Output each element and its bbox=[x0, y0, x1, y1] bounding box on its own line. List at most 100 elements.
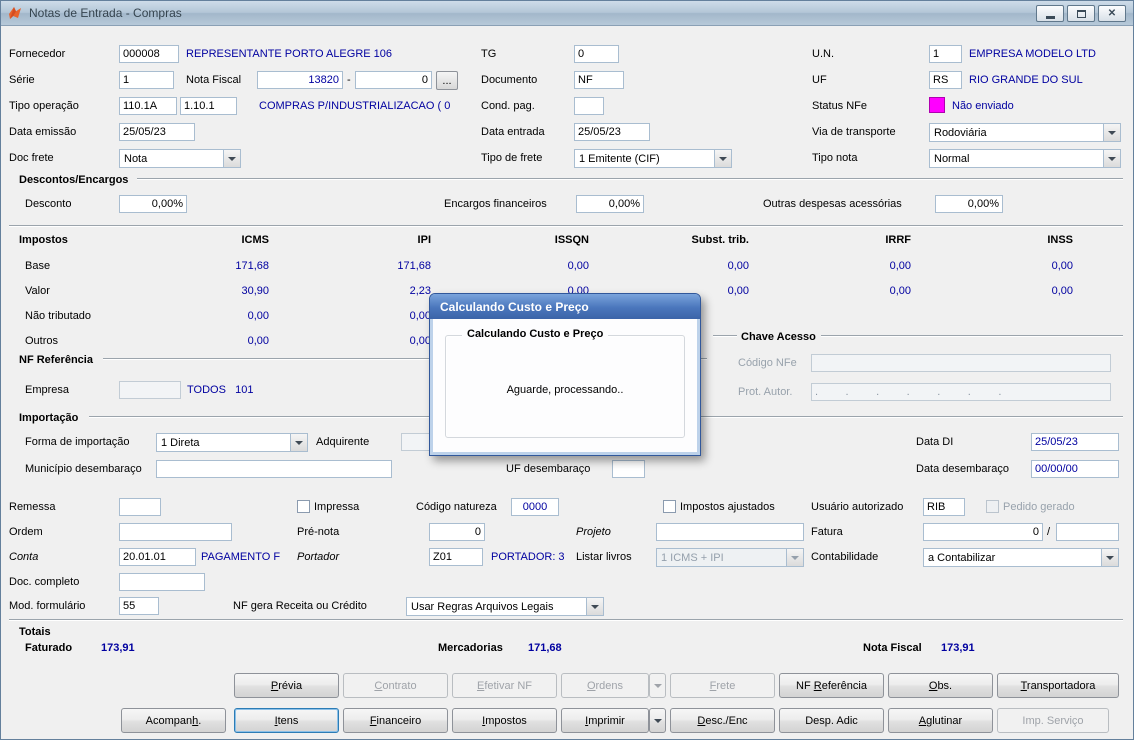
portador-input[interactable] bbox=[429, 548, 483, 566]
minimize-icon bbox=[1045, 15, 1055, 19]
imprimir-dropdown-button[interactable] bbox=[649, 708, 666, 733]
fornecedor-input[interactable] bbox=[119, 45, 179, 63]
tipo-nota-value: Normal bbox=[934, 152, 970, 165]
conta-label: Conta bbox=[9, 551, 39, 563]
fatura-label: Fatura bbox=[811, 526, 843, 538]
pre-nota-input[interactable] bbox=[429, 523, 485, 541]
chevron-down-icon bbox=[653, 719, 662, 723]
chevron-down-icon bbox=[786, 549, 803, 566]
aglutinar-button[interactable]: Aglutinar bbox=[888, 708, 993, 733]
impostos-cell: 0,00 bbox=[889, 285, 911, 297]
tg-input[interactable] bbox=[574, 45, 619, 63]
desc-enc-button[interactable]: Desc./Enc bbox=[670, 708, 775, 733]
uf-input[interactable] bbox=[929, 71, 962, 89]
doc-frete-label: Doc frete bbox=[9, 152, 54, 164]
documento-input[interactable] bbox=[574, 71, 624, 89]
nota-fiscal-browse-button[interactable]: ... bbox=[436, 71, 458, 90]
contabilidade-combo[interactable]: a Contabilizar bbox=[923, 548, 1119, 567]
button-label: Itens bbox=[274, 714, 299, 727]
fatura-separator: / bbox=[1047, 526, 1051, 538]
nota-fiscal-sufixo-input[interactable] bbox=[355, 71, 432, 89]
titlebar[interactable]: Notas de Entrada - Compras bbox=[1, 1, 1133, 26]
data-desembaraco-input[interactable] bbox=[1031, 460, 1119, 478]
imp-servico-button: Imp. Serviço bbox=[997, 708, 1109, 733]
impostos-header: IRRF bbox=[885, 234, 911, 246]
maximize-button[interactable] bbox=[1067, 5, 1095, 22]
impostos-cell: 0,00 bbox=[1051, 260, 1073, 272]
dialog-titlebar[interactable]: Calculando Custo e Preço bbox=[430, 294, 700, 319]
nota-fiscal-numero-input[interactable] bbox=[257, 71, 343, 89]
nf-gera-combo[interactable]: Usar Regras Arquivos Legais bbox=[406, 597, 604, 616]
button-label: Efetivar NF bbox=[476, 679, 533, 692]
chevron-down-icon bbox=[586, 598, 603, 615]
forma-importacao-label: Forma de importação bbox=[25, 436, 130, 448]
importacao-group-title: Importação bbox=[19, 412, 79, 424]
impostos-cell: 0,00 bbox=[247, 310, 269, 322]
fatura-input-2[interactable] bbox=[1056, 523, 1119, 541]
doc-frete-value: Nota bbox=[124, 152, 148, 165]
nf-referencia-button[interactable]: NF Referência bbox=[779, 673, 884, 698]
impostos-header: INSS bbox=[1047, 234, 1073, 246]
projeto-input[interactable] bbox=[656, 523, 804, 541]
fornecedor-desc: REPRESENTANTE PORTO ALEGRE 106 bbox=[186, 48, 393, 60]
serie-input[interactable] bbox=[119, 71, 174, 89]
financeiro-button[interactable]: Financeiro bbox=[343, 708, 448, 733]
obs-button[interactable]: Obs. bbox=[888, 673, 993, 698]
codigo-natureza-input[interactable] bbox=[511, 498, 559, 516]
previa-button[interactable]: Prévia bbox=[234, 673, 339, 698]
impostos-cell: 171,68 bbox=[235, 260, 269, 272]
desp-adic-button[interactable]: Desp. Adic bbox=[779, 708, 884, 733]
forma-importacao-combo[interactable]: 1 Direta bbox=[156, 433, 308, 452]
close-button[interactable]: ✕ bbox=[1098, 5, 1126, 22]
data-entrada-input[interactable] bbox=[574, 123, 650, 141]
impostos-cell: 0,00 bbox=[409, 335, 431, 347]
impressa-label: Impressa bbox=[314, 501, 360, 513]
fatura-input[interactable] bbox=[923, 523, 1043, 541]
doc-completo-input[interactable] bbox=[119, 573, 205, 591]
nf-gera-label: NF gera Receita ou Crédito bbox=[233, 600, 367, 612]
data-emissao-input[interactable] bbox=[119, 123, 195, 141]
mod-formulario-label: Mod. formulário bbox=[9, 600, 86, 612]
un-input[interactable] bbox=[929, 45, 962, 63]
tipo-operacao-label: Tipo operação bbox=[9, 100, 79, 112]
impostos-ajustados-checkbox[interactable] bbox=[663, 500, 676, 513]
button-label: Obs. bbox=[928, 679, 953, 692]
impostos-button[interactable]: Impostos bbox=[452, 708, 557, 733]
desconto-input[interactable] bbox=[119, 195, 187, 213]
via-transporte-combo[interactable]: Rodoviária bbox=[929, 123, 1121, 142]
descontos-group-title: Descontos/Encargos bbox=[19, 174, 129, 186]
mod-formulario-input[interactable] bbox=[119, 597, 159, 615]
data-di-input[interactable] bbox=[1031, 433, 1119, 451]
imprimir-button[interactable]: Imprimir bbox=[561, 708, 649, 733]
chevron-down-icon bbox=[1101, 549, 1118, 566]
tipo-frete-combo[interactable]: 1 Emitente (CIF) bbox=[574, 149, 732, 168]
minimize-button[interactable] bbox=[1036, 5, 1064, 22]
tipo-nota-combo[interactable]: Normal bbox=[929, 149, 1121, 168]
main-window: Notas de Entrada - Compras ✕ Fornecedor … bbox=[0, 0, 1134, 740]
usuario-autorizado-input[interactable] bbox=[923, 498, 965, 516]
tipo-operacao-code1-input[interactable] bbox=[119, 97, 177, 115]
impressa-checkbox[interactable] bbox=[297, 500, 310, 513]
itens-button[interactable]: Itens bbox=[234, 708, 339, 733]
via-transporte-value: Rodoviária bbox=[934, 126, 987, 139]
doc-completo-label: Doc. completo bbox=[9, 576, 80, 588]
button-label: Ordens bbox=[586, 679, 624, 692]
remessa-input[interactable] bbox=[119, 498, 161, 516]
tipo-operacao-code2-input[interactable] bbox=[180, 97, 237, 115]
acompanh-button[interactable]: Acompanh. bbox=[121, 708, 226, 733]
transportadora-button[interactable]: Transportadora bbox=[997, 673, 1119, 698]
nota-fiscal-separator: - bbox=[347, 74, 351, 86]
conta-input[interactable] bbox=[119, 548, 196, 566]
uf-desembaraco-input[interactable] bbox=[612, 460, 645, 478]
uf-desembaraco-label: UF desembaraço bbox=[506, 463, 591, 475]
outras-despesas-input[interactable] bbox=[935, 195, 1003, 213]
listar-livros-value: 1 ICMS + IPI bbox=[661, 551, 724, 564]
cond-pag-input[interactable] bbox=[574, 97, 604, 115]
ordem-input[interactable] bbox=[119, 523, 232, 541]
municipio-desembaraco-input[interactable] bbox=[156, 460, 392, 478]
tipo-operacao-desc: COMPRAS P/INDUSTRIALIZACAO ( 0 bbox=[259, 100, 451, 112]
encargos-input[interactable] bbox=[576, 195, 644, 213]
portador-desc: PORTADOR: 3 bbox=[491, 551, 565, 563]
doc-frete-combo[interactable]: Nota bbox=[119, 149, 241, 168]
efetivar-nf-button: Efetivar NF bbox=[452, 673, 557, 698]
